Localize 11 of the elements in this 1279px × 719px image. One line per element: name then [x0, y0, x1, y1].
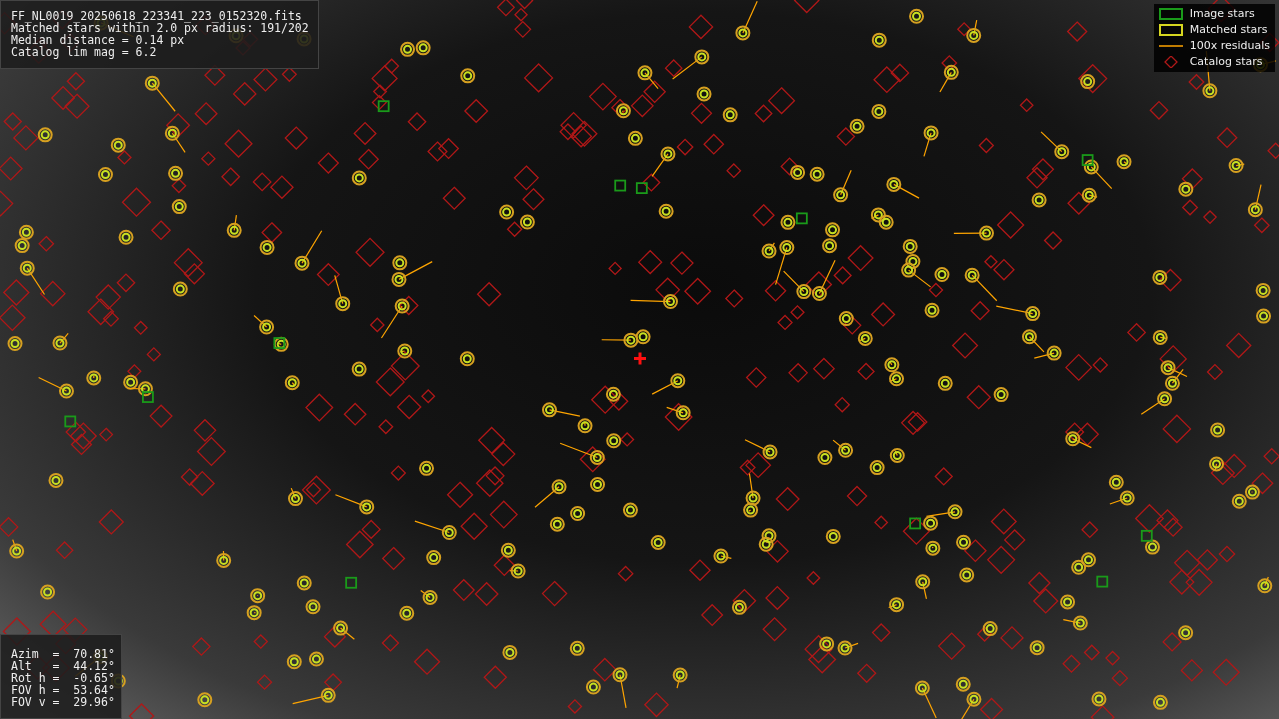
info-text: Matched stars within 2.0 px radius: 191/202 — [11, 22, 308, 34]
info-text: Catalog lim mag = 6.2 — [11, 46, 158, 58]
legend-label: 100x residuals — [1189, 40, 1270, 52]
info-text: Median distance = 0.14 px — [11, 34, 185, 46]
legend-label: Matched stars — [1189, 24, 1268, 36]
matched-star-box-icon — [1157, 24, 1184, 36]
center-cross-icon — [634, 352, 646, 365]
legend-label: Catalog stars — [1189, 56, 1263, 68]
image-star-box-icon — [1157, 8, 1184, 20]
info-text: FF_NL0019_20250618_223341_223_0152320.fits — [11, 10, 303, 22]
legend-label: Image stars — [1189, 8, 1255, 20]
